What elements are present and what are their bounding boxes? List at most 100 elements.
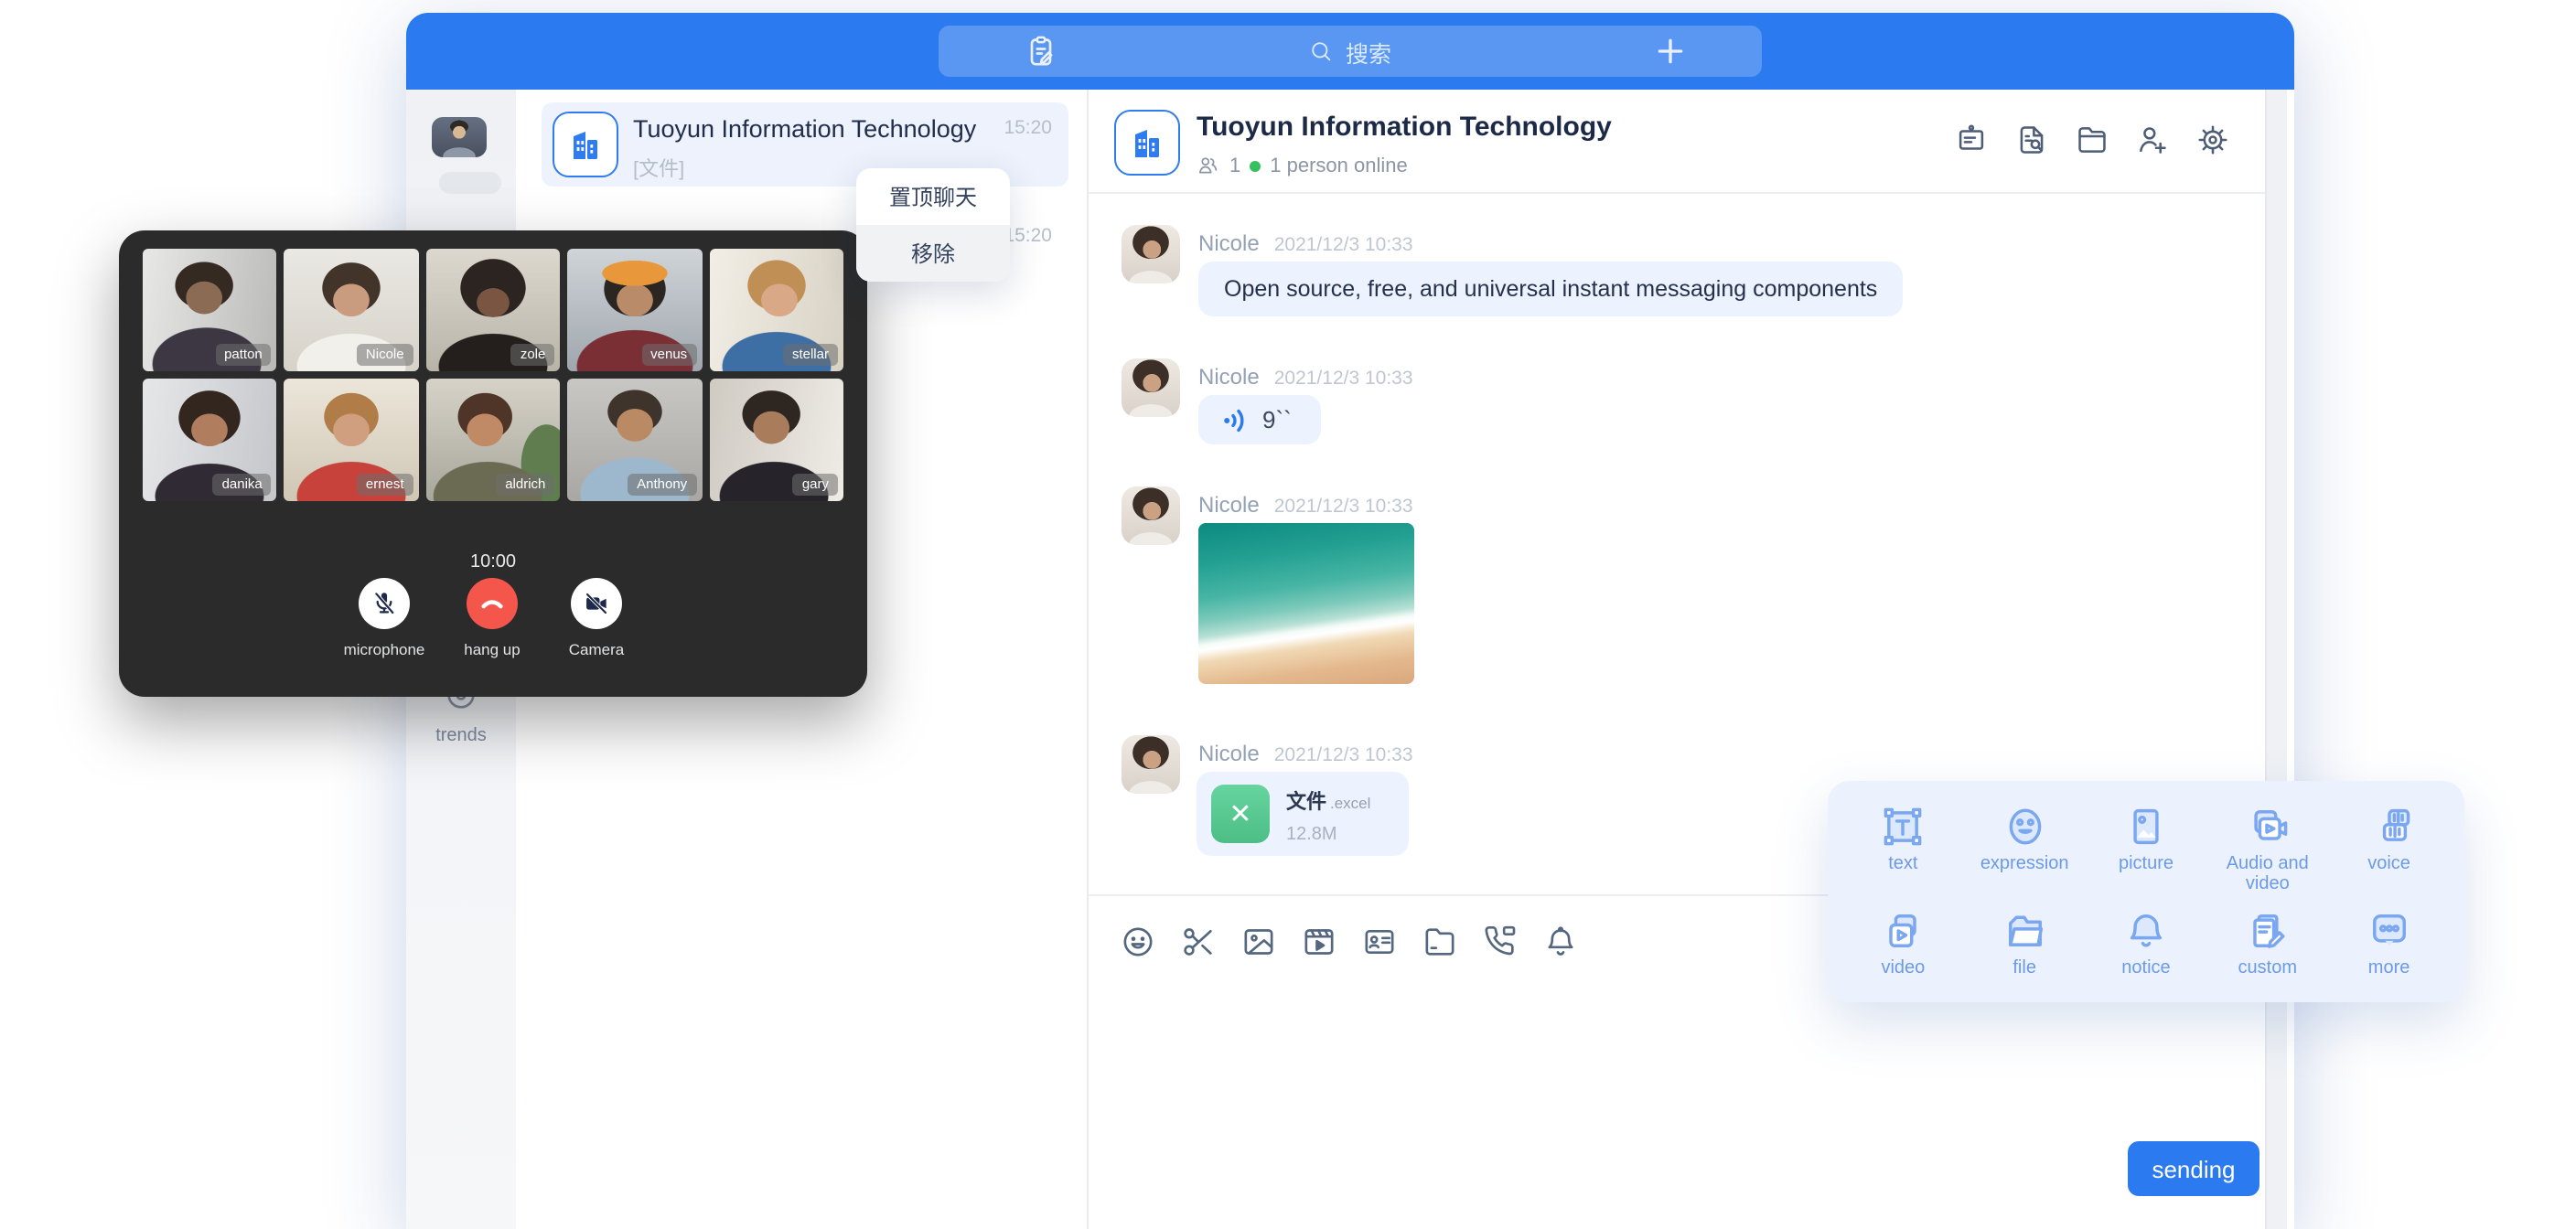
panel-item-video[interactable]: video [1842,907,1964,991]
participant-name: patton [215,344,272,366]
menu-item-pin-chat[interactable]: 置顶聊天 [856,168,1010,225]
panel-label: video [1842,958,1964,978]
camera-button[interactable] [571,578,622,629]
chat-title: Tuoyun Information Technology [1197,112,1612,143]
hangup-label: hang up [439,640,545,658]
panel-label: file [1964,958,2086,978]
panel-item-more[interactable]: more [2328,907,2450,991]
chat-meta: 1 1 person online [1197,154,1408,177]
sender-name: Nicole [1198,364,1260,390]
expression-icon [2001,803,2048,850]
message-sender-row: Nicole 2021/12/3 10:33 [1198,364,1413,390]
panel-item-text[interactable]: text [1842,803,1964,907]
message-sender-row: Nicole 2021/12/3 10:33 [1198,230,1413,256]
hang-up-button[interactable] [467,578,518,629]
avatar[interactable] [1122,358,1180,417]
panel-label: notice [2086,958,2207,978]
call-tile[interactable]: venus [567,249,702,371]
picture-icon[interactable] [1240,924,1277,960]
my-avatar[interactable] [432,117,487,157]
settings-gear-icon[interactable] [2195,123,2230,157]
image-message-beach[interactable] [1198,523,1414,684]
trends-label: trends [421,726,501,746]
menu-item-remove[interactable]: 移除 [856,225,1010,282]
sender-name: Nicole [1198,230,1260,256]
call-tile[interactable]: zole [426,249,561,371]
participant-name: zole [511,344,555,366]
plus-icon[interactable] [1652,33,1689,79]
call-tile[interactable]: patton [143,249,277,371]
call-tile[interactable]: gary [709,379,843,501]
message-time: 2021/12/3 10:33 [1274,234,1413,256]
avatar[interactable] [1122,225,1180,283]
panel-item-expression[interactable]: expression [1964,803,2086,907]
panel-item-notice[interactable]: notice [2086,907,2207,991]
search-field[interactable]: 搜索 [939,26,1762,77]
panel-label: text [1842,854,1964,874]
message-sender-row: Nicole2021/12/3 10:33 [1198,741,1413,766]
hangup-control: hang up [439,578,545,658]
camera-control: Camera [543,578,649,658]
panel-label: picture [2086,854,2207,874]
hang-up-icon [478,589,507,618]
video-message-icon[interactable] [1301,924,1337,960]
conversation-time: 15:20 [997,117,1052,139]
participant-name: Nicole [357,344,413,366]
voice-duration: 9`` [1262,406,1292,433]
panel-item-audio-video[interactable]: Audio and video [2206,803,2328,907]
member-count: 1 [1229,155,1240,176]
avatar[interactable] [1122,486,1180,545]
file-message-card[interactable]: ✕ 文件.excel 12.8M [1197,772,1409,856]
video-panel-icon [1879,907,1927,955]
titlebar-search-pill[interactable]: 搜索 [939,26,1762,77]
panel-label: more [2328,958,2450,978]
sender-name: Nicole [1198,492,1260,518]
call-tile[interactable]: stellar [709,249,843,371]
participant-name: ernest [357,474,413,496]
call-tile[interactable]: danika [143,379,277,501]
contact-card-icon[interactable] [1361,924,1398,960]
call-icon[interactable] [1482,924,1519,960]
group-building-icon [553,112,618,177]
call-tile[interactable]: Anthony [567,379,702,501]
participant-name: gary [793,474,838,496]
panel-item-custom[interactable]: custom [2206,907,2328,991]
panel-item-voice[interactable]: voice [2328,803,2450,907]
voice-message-bubble[interactable]: 9`` [1198,395,1321,444]
avatar[interactable] [1122,735,1180,794]
panel-label: expression [1964,854,2086,874]
participant-name: venus [641,344,696,366]
participant-name: stellar [783,344,838,366]
participant-name: Anthony [628,474,696,496]
search-placeholder: 搜索 [1346,34,1391,69]
participant-name: danika [213,474,272,496]
call-timer: 10:00 [119,552,867,572]
notification-bell-icon[interactable] [1542,924,1579,960]
panel-item-file[interactable]: file [1964,907,2086,991]
panel-item-picture[interactable]: picture [2086,803,2207,907]
participant-name: aldrich [496,474,554,496]
chat-record-search-icon[interactable] [2014,123,2049,157]
message-sender-row: Nicole2021/12/3 10:33 [1198,492,1413,518]
emoji-icon[interactable] [1120,924,1156,960]
announcement-board-icon[interactable] [1954,123,1989,157]
chat-scrollbar[interactable] [2265,90,2287,1229]
action-panel: text expression picture Audio and video … [1828,781,2464,1002]
file-icon[interactable] [1422,924,1458,960]
call-tile[interactable]: ernest [284,379,419,501]
camera-label: Camera [543,640,649,658]
microphone-button[interactable] [359,578,410,629]
send-button[interactable]: sending [2128,1141,2259,1196]
notice-bell-icon [2122,907,2170,955]
file-info: 文件.excel 12.8M [1286,784,1370,844]
screenshot-scissors-icon[interactable] [1180,924,1217,960]
group-file-icon[interactable] [2075,123,2109,157]
file-size: 12.8M [1286,824,1370,844]
page: 搜索 trends Tuoyun Information Technology … [0,0,2576,1229]
microphone-label: microphone [331,640,437,658]
chat-header-actions [1954,123,2230,157]
call-tile[interactable]: Nicole [284,249,419,371]
message-time: 2021/12/3 10:33 [1274,368,1413,390]
add-member-icon[interactable] [2135,123,2170,157]
call-tile[interactable]: aldrich [426,379,561,501]
